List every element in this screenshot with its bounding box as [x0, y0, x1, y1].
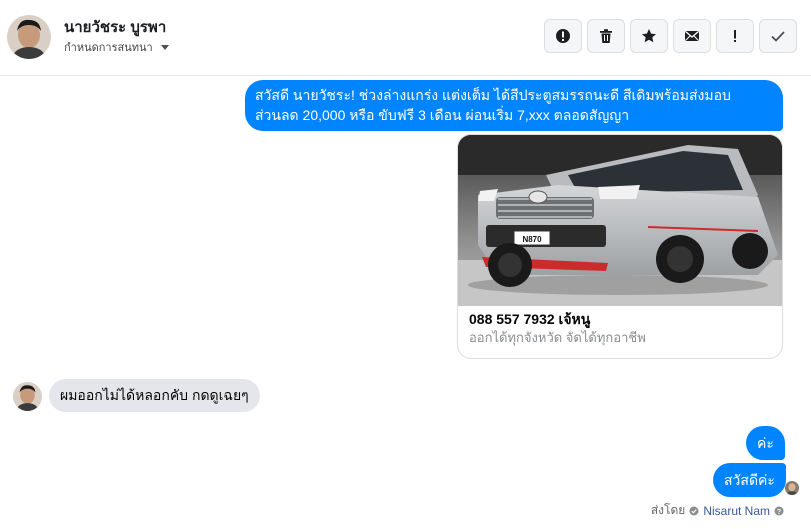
message-text: ค่ะ: [757, 435, 774, 451]
alert-circle-icon: [556, 29, 570, 43]
delete-button[interactable]: [587, 19, 625, 53]
sender-name[interactable]: Nisarut Nam: [703, 504, 770, 518]
outgoing-message-bubble[interactable]: ค่ะ: [746, 426, 785, 460]
star-icon: [642, 29, 656, 43]
outgoing-message-bubble[interactable]: สวัสดี นายวัชระ! ช่วงล่างแกร่ง แต่งเต็ม …: [245, 80, 783, 131]
caret-down-icon: [160, 44, 169, 50]
message-text: ผมออกไม่ได้หลอกคับ กดดูเฉยๆ: [60, 387, 249, 403]
conversation-header: นายวัชระ บูรพา กำหนดการสนทนา: [0, 0, 811, 76]
card-description: ออกได้ทุกจังหวัด จัดได้ทุกอาชีพ: [469, 330, 646, 345]
mark-unread-button[interactable]: [673, 19, 711, 53]
conversation-schedule-dropdown[interactable]: กำหนดการสนทนา: [64, 38, 169, 56]
contact-name[interactable]: นายวัชระ บูรพา: [64, 15, 166, 39]
checkmark-icon: [771, 31, 785, 42]
car-photo: N870: [458, 135, 782, 306]
envelope-icon: [685, 30, 699, 41]
help-icon[interactable]: ?: [774, 506, 784, 516]
conversation-toolbar: [544, 19, 797, 53]
svg-text:?: ?: [777, 508, 781, 515]
contact-avatar-small[interactable]: [13, 382, 42, 411]
message-text: สวัสดี นายวัชระ! ช่วงล่างแกร่ง แต่งเต็ม …: [255, 87, 731, 123]
message-text: สวัสดีค่ะ: [724, 472, 775, 488]
flag-button[interactable]: [716, 19, 754, 53]
mark-spam-button[interactable]: [544, 19, 582, 53]
mark-done-button[interactable]: [759, 19, 797, 53]
exclamation-icon: [734, 30, 736, 42]
license-plate-text: N870: [522, 235, 542, 244]
check-circle-icon: [689, 506, 699, 515]
outgoing-message-bubble[interactable]: สวัสดีค่ะ: [713, 463, 786, 497]
sent-by-label: ส่งโดย: [650, 503, 686, 517]
star-button[interactable]: [630, 19, 668, 53]
incoming-message-bubble[interactable]: ผมออกไม่ได้หลอกคับ กดดูเฉยๆ: [49, 379, 260, 412]
trash-icon: [600, 29, 612, 43]
link-preview-card[interactable]: N870 088 557 7932 เจ้หนู ออกได้ทุกจังหวั…: [457, 134, 783, 359]
contact-avatar[interactable]: [7, 15, 51, 59]
seen-indicator-avatar: [785, 481, 799, 495]
sent-by-line: ส่งโดย Nisarut Nam ?: [651, 501, 784, 520]
conversation-schedule-label: กำหนดการสนทนา: [64, 42, 153, 54]
